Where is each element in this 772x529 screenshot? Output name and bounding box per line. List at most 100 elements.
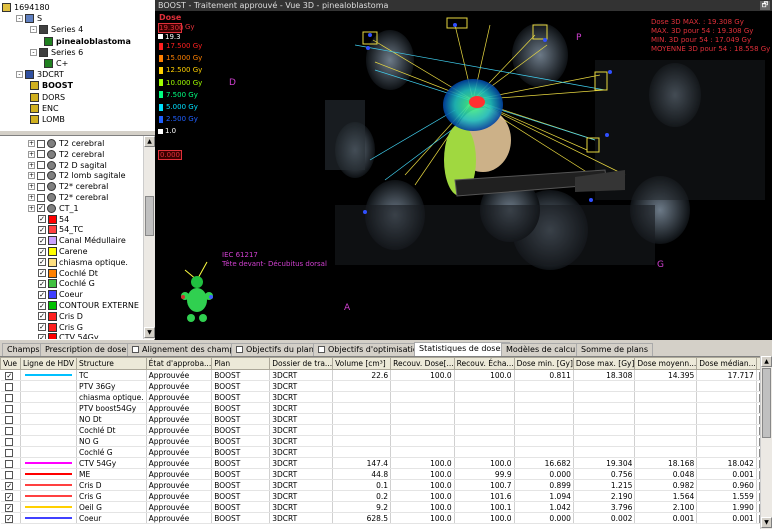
vue-checkbox-cell[interactable] — [0, 424, 21, 436]
table-row[interactable]: ✓ Coeur Approuvée BOOST 3DCRT 628.5 100.0 100.0… — [0, 512, 771, 524]
tree-item-lomb[interactable]: LOMB — [30, 114, 65, 125]
column-header-recouv-dose[interactable]: Recouv. Dose[... — [390, 357, 455, 370]
column-header-plan[interactable]: Plan — [211, 357, 271, 370]
vue-checkbox[interactable]: ✓ — [5, 514, 14, 523]
vue-checkbox-cell[interactable] — [0, 402, 21, 414]
vue-checkbox-cell[interactable]: ✓ — [0, 479, 21, 491]
table-row[interactable]: NO DtApprouvéeBOOST3DCRT▼ — [0, 413, 771, 425]
vue-checkbox-cell[interactable] — [0, 380, 21, 392]
structure-tree-scrollbar[interactable]: ▲ ▼ — [143, 136, 155, 339]
tab-checkbox[interactable] — [132, 346, 139, 353]
expand-icon[interactable]: + — [28, 150, 35, 158]
vue-checkbox[interactable] — [5, 404, 14, 413]
expand-icon[interactable]: + — [28, 194, 35, 201]
visibility-checkbox[interactable] — [37, 139, 45, 148]
column-header-structure[interactable]: Structure — [76, 357, 147, 370]
collapse-icon[interactable]: - — [30, 48, 37, 56]
column-header-etat-d-approba[interactable]: État d'approba... — [145, 357, 213, 370]
structure-item-t2-cerebral[interactable]: + T2* cerebral — [28, 181, 108, 192]
structure-item-t2-cerebral[interactable]: + T2* cerebral — [28, 192, 108, 203]
vue-checkbox-cell[interactable] — [0, 446, 21, 458]
structure-item-carene[interactable]: ✓ Carene — [38, 246, 88, 257]
structure-item-cochle-g[interactable]: ✓ Cochlé G — [38, 278, 95, 289]
vue-checkbox[interactable] — [5, 437, 14, 446]
vue-checkbox[interactable]: ✓ — [5, 371, 14, 380]
tab-checkbox[interactable] — [236, 346, 243, 353]
visibility-checkbox[interactable]: ✓ — [38, 215, 46, 224]
column-header-dose-max-gy[interactable]: Dose max. [Gy] — [572, 357, 636, 370]
visibility-checkbox[interactable]: ✓ — [38, 290, 46, 299]
vue-checkbox-cell[interactable]: ✓ — [0, 512, 21, 524]
dose-max-input[interactable]: 19.300 — [158, 23, 184, 33]
vue-checkbox[interactable] — [5, 448, 14, 457]
visibility-checkbox[interactable]: ✓ — [37, 204, 45, 213]
vue-checkbox-cell[interactable]: ✓ — [0, 501, 21, 513]
structure-item-ct-1[interactable]: + ✓ CT_1 — [28, 203, 79, 214]
table-row[interactable]: NO GApprouvéeBOOST3DCRT▼ — [0, 435, 771, 447]
column-header-dose-moyenn[interactable]: Dose moyenn... — [634, 357, 698, 370]
expand-icon[interactable]: + — [28, 183, 35, 191]
table-row[interactable]: ✓ Cris D Approuvée BOOST 3DCRT 0.1 100.0 100.7 0… — [0, 479, 771, 491]
structure-item-t2-d-sagital[interactable]: + T2 D sagital — [28, 160, 107, 171]
tree-item-series-6[interactable]: - Series 6 — [30, 47, 83, 58]
collapse-icon[interactable]: - — [16, 15, 23, 23]
expand-icon[interactable]: + — [28, 204, 35, 212]
restore-window-icon[interactable]: 🗗 — [760, 1, 770, 10]
tab-prescription-de-dose[interactable]: Prescription de dose — [40, 343, 132, 356]
structure-item-t2-lomb-sagitale[interactable]: + T2 lomb sagitale — [28, 170, 126, 181]
visibility-checkbox[interactable] — [37, 171, 45, 180]
visibility-checkbox[interactable]: ✓ — [38, 247, 46, 256]
tree-item-1694180[interactable]: 1694180 — [2, 2, 50, 13]
table-scroll-thumb[interactable] — [762, 368, 771, 438]
slider-top-handle[interactable] — [158, 34, 163, 39]
table-row[interactable]: Cochlé DtApprouvéeBOOST3DCRT▼ — [0, 424, 771, 436]
vue-checkbox-cell[interactable]: ✓ — [0, 369, 21, 381]
structure-item-contour-externe[interactable]: ✓ CONTOUR EXTERNE — [38, 300, 139, 311]
structure-item-coeur[interactable]: ✓ Coeur — [38, 289, 83, 300]
tab-modeles-de-calcul[interactable]: Modèles de calcul — [501, 343, 583, 356]
3d-viewer[interactable]: BOOST - Traitement approuvé - Vue 3D - p… — [155, 0, 772, 340]
vue-checkbox[interactable] — [5, 415, 14, 424]
tab-statistiques-de-doses[interactable]: Statistiques de doses — [414, 342, 510, 356]
vue-checkbox[interactable]: ✓ — [5, 503, 14, 512]
expand-icon[interactable]: + — [28, 161, 35, 169]
structure-item-t2-cerebral[interactable]: + T2 cerebral — [28, 138, 104, 149]
visibility-checkbox[interactable] — [37, 193, 45, 202]
tree-item-enc[interactable]: ENC — [30, 103, 59, 114]
tree-item-s[interactable]: -S — [16, 13, 42, 24]
vue-checkbox-cell[interactable] — [0, 435, 21, 447]
vue-checkbox-cell[interactable]: ✓ — [0, 490, 21, 502]
table-row[interactable]: Cochlé GApprouvéeBOOST3DCRT▼ — [0, 446, 771, 458]
vue-checkbox[interactable] — [5, 382, 14, 391]
column-header-ligne-de-hdv[interactable]: Ligne de HDV — [20, 357, 77, 370]
vue-checkbox[interactable] — [5, 459, 14, 468]
visibility-checkbox[interactable]: ✓ — [38, 301, 46, 310]
vue-checkbox[interactable] — [5, 426, 14, 435]
tree-item-series-4[interactable]: - Series 4 — [30, 24, 83, 35]
structure-item-cochle-dt[interactable]: ✓ Cochlé Dt — [38, 268, 98, 279]
table-row[interactable]: chiasma optique.ApprouvéeBOOST3DCRT▼ — [0, 391, 771, 403]
scroll-up-icon[interactable]: ▲ — [144, 136, 155, 147]
tab-objectifs-d-optimisation[interactable]: Objectifs d'optimisation — [313, 343, 428, 356]
tab-somme-de-plans[interactable]: Somme de plans — [576, 343, 654, 356]
tree-item-pinealoblastoma[interactable]: pinealoblastoma — [44, 36, 131, 47]
slider-bottom-handle[interactable] — [158, 129, 163, 134]
scroll-down-icon[interactable]: ▼ — [144, 327, 155, 338]
visibility-checkbox[interactable]: ✓ — [38, 269, 46, 278]
table-row[interactable]: ✓ Cris G Approuvée BOOST 3DCRT 0.2 100.0 101.6 1… — [0, 490, 771, 502]
visibility-checkbox[interactable]: ✓ — [38, 225, 46, 234]
visibility-checkbox[interactable]: ✓ — [38, 323, 46, 332]
structure-item-cris-d[interactable]: ✓ Cris D — [38, 311, 83, 322]
collapse-icon[interactable]: - — [16, 71, 23, 79]
vue-checkbox[interactable] — [5, 393, 14, 402]
table-scroll-up-icon[interactable]: ▲ — [761, 356, 772, 367]
visibility-checkbox[interactable]: ✓ — [38, 312, 46, 321]
structure-item-t2-cerebral[interactable]: + T2 cerebral — [28, 149, 104, 160]
scroll-thumb[interactable] — [145, 196, 154, 236]
vue-checkbox[interactable] — [5, 470, 14, 479]
structure-item-cris-g[interactable]: ✓ Cris G — [38, 322, 83, 333]
tab-objectifs-du-plan[interactable]: Objectifs du plan — [231, 343, 319, 356]
column-header-dose-min-gy[interactable]: Dose min. [Gy] — [513, 357, 574, 370]
structure-item-canal-medullaire[interactable]: ✓ Canal Médullaire — [38, 235, 126, 246]
visibility-checkbox[interactable]: ✓ — [38, 333, 46, 339]
